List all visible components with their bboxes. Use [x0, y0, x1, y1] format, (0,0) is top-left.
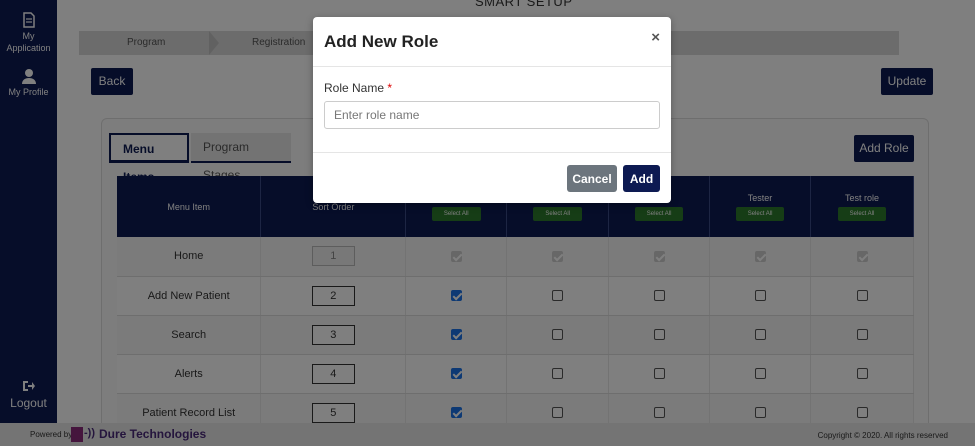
modal-header: Add New Role ×: [313, 17, 671, 67]
add-button[interactable]: Add: [623, 165, 660, 192]
modal-body: Role Name *: [313, 67, 671, 153]
modal-footer: Cancel Add: [313, 152, 671, 203]
cancel-button[interactable]: Cancel: [567, 165, 617, 192]
role-name-input[interactable]: [324, 101, 660, 129]
close-icon[interactable]: ×: [651, 29, 660, 46]
modal-title: Add New Role: [324, 32, 439, 51]
role-name-label: Role Name *: [324, 81, 393, 95]
required-mark: *: [387, 81, 393, 95]
add-role-modal: Add New Role × Role Name * Cancel Add: [313, 17, 671, 203]
